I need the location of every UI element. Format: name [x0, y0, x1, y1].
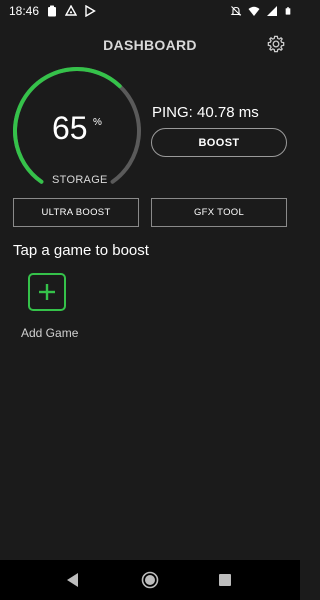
plus-icon	[39, 284, 55, 300]
status-time: 18:46	[9, 4, 40, 18]
ultra-boost-button[interactable]: ULTRA BOOST	[13, 198, 139, 227]
recents-icon[interactable]	[219, 574, 231, 586]
notifications-muted-icon	[230, 6, 242, 16]
page-title: DASHBOARD	[103, 37, 197, 53]
games-section-title: Tap a game to boost	[13, 242, 149, 259]
battery-icon	[285, 7, 291, 15]
signal-icon	[267, 6, 277, 16]
home-icon[interactable]	[141, 571, 159, 589]
gear-icon[interactable]	[266, 34, 286, 54]
status-right-icons	[230, 5, 292, 17]
add-game-label: Add Game	[21, 326, 79, 340]
back-icon[interactable]	[66, 572, 80, 588]
storage-label: STORAGE	[52, 174, 108, 186]
boost-button[interactable]: BOOST	[151, 128, 287, 157]
status-left-icons	[46, 5, 96, 17]
gfx-tool-button[interactable]: GFX TOOL	[151, 198, 287, 227]
wifi-icon	[248, 6, 260, 16]
add-game-button[interactable]	[28, 273, 66, 311]
app-shield-icon	[65, 5, 77, 16]
clipboard-icon	[48, 5, 56, 17]
ping-readout: PING: 40.78 ms	[152, 104, 259, 121]
status-bar: 18:46	[0, 0, 300, 24]
storage-percent-unit: %	[93, 117, 102, 128]
play-store-icon	[85, 5, 96, 17]
storage-percent-value: 65	[52, 110, 88, 146]
